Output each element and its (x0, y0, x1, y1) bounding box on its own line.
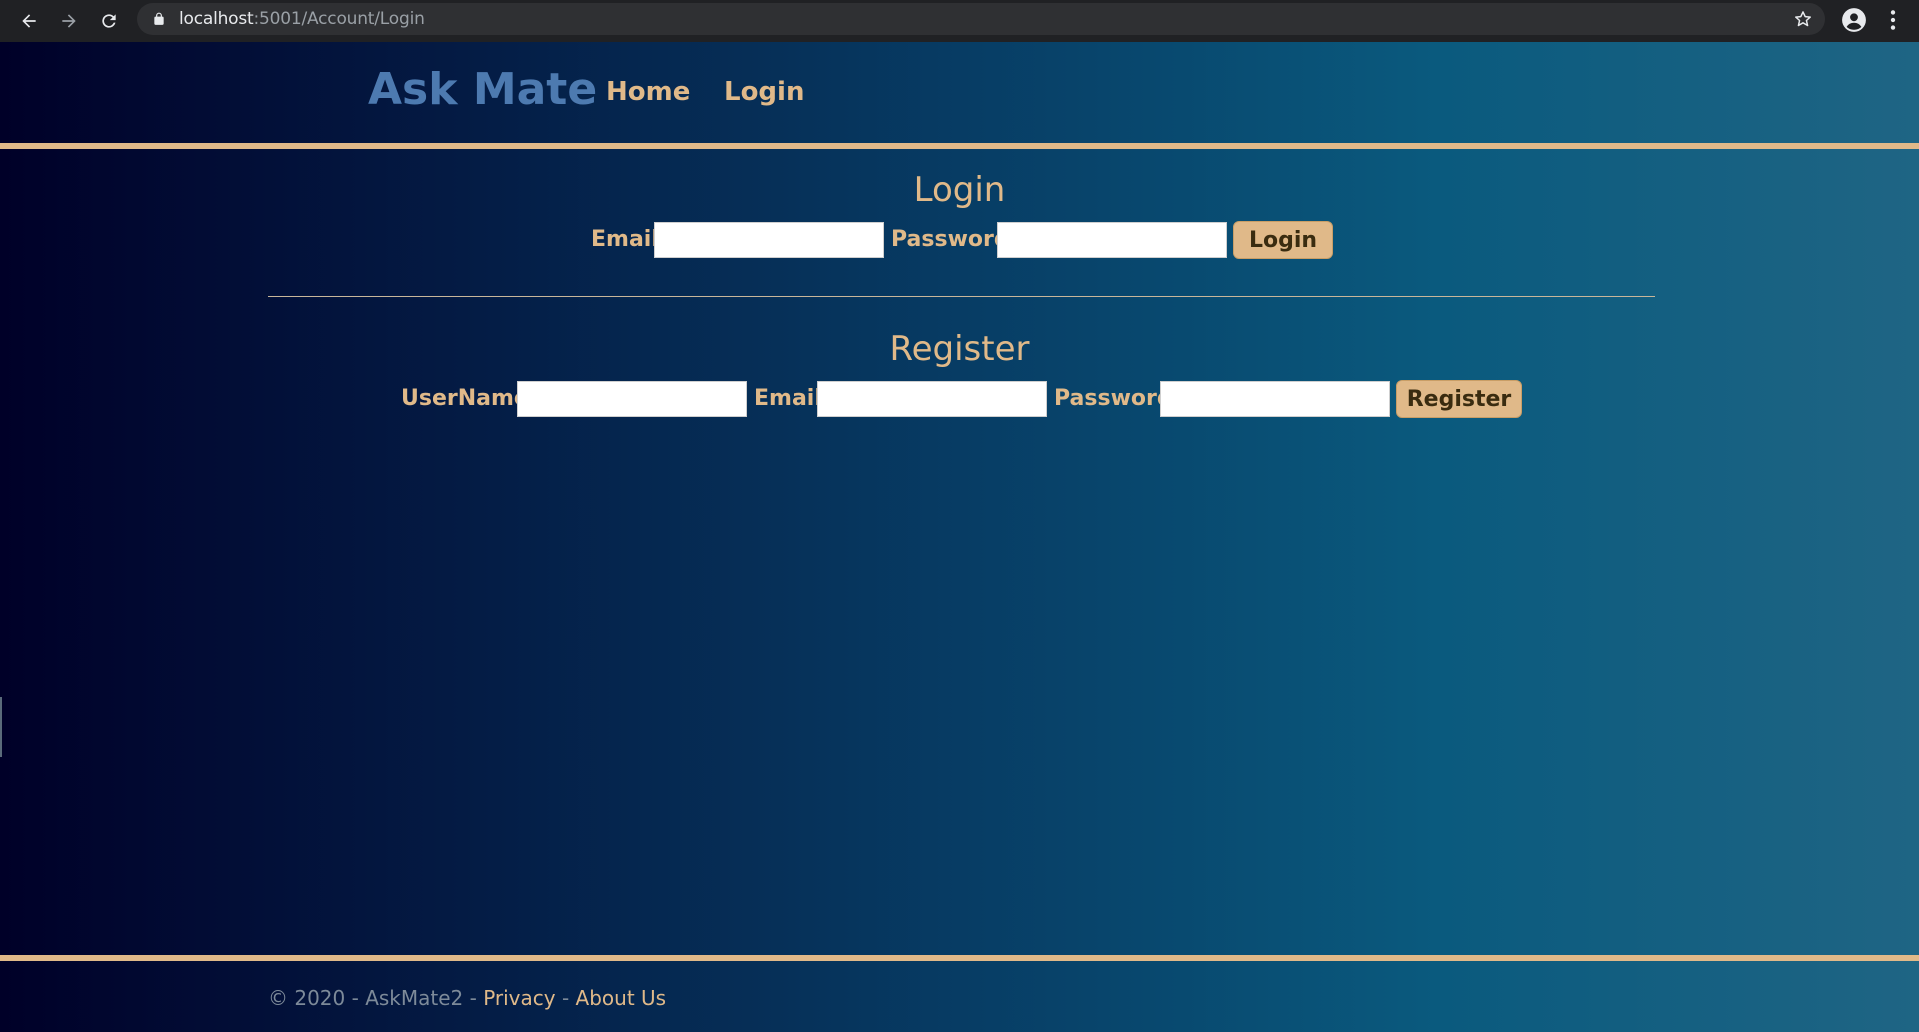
arrow-left-icon (22, 14, 36, 28)
page-viewport: Ask Mate Home Login Login Email Password… (0, 42, 1919, 1032)
site-footer: © 2020 - AskMate2 - Privacy - About Us (268, 986, 666, 1010)
star-icon[interactable] (1793, 9, 1813, 29)
url-host: localhost (179, 9, 254, 29)
login-password-label: Password (891, 227, 1010, 252)
nav-login-link[interactable]: Login (724, 77, 804, 107)
register-heading: Register (889, 329, 1030, 369)
lock-icon (154, 12, 164, 25)
url-path: :5001/Account/Login (253, 9, 425, 29)
url-text: localhost:5001/Account/Login (179, 3, 425, 35)
site-header: Ask Mate Home Login (0, 42, 1919, 149)
arrow-right-icon (62, 14, 76, 28)
nav-home-link[interactable]: Home (606, 77, 690, 107)
login-password-input[interactable] (997, 222, 1227, 258)
browser-toolbar: localhost:5001/Account/Login (0, 0, 1919, 42)
footer-about-link[interactable]: About Us (576, 986, 667, 1010)
register-submit-button[interactable]: Register (1396, 380, 1522, 418)
login-email-input[interactable] (654, 222, 884, 258)
section-divider (268, 296, 1655, 297)
register-password-input[interactable] (1160, 381, 1390, 417)
register-password-label: Password (1054, 386, 1173, 411)
footer-copyright: © 2020 - AskMate2 - (268, 986, 484, 1010)
register-email-label: Email (754, 386, 822, 411)
register-username-label: UserName (401, 386, 529, 411)
footer-separator: - (555, 986, 576, 1010)
reload-button[interactable] (94, 6, 124, 36)
footer-rule (0, 955, 1919, 961)
login-heading: Login (913, 170, 1006, 210)
window-edge-marker (0, 697, 2, 757)
login-submit-button[interactable]: Login (1233, 221, 1333, 259)
account-circle-icon[interactable] (1841, 7, 1867, 33)
brand-logo[interactable]: Ask Mate (368, 64, 597, 115)
register-email-input[interactable] (817, 381, 1047, 417)
forward-button[interactable] (54, 6, 84, 36)
address-bar[interactable]: localhost:5001/Account/Login (137, 3, 1825, 35)
login-email-label: Email (591, 227, 659, 252)
footer-privacy-link[interactable]: Privacy (483, 986, 555, 1010)
kebab-menu-icon[interactable] (1880, 7, 1906, 33)
reload-icon (102, 14, 116, 28)
back-button[interactable] (14, 6, 44, 36)
register-username-input[interactable] (517, 381, 747, 417)
